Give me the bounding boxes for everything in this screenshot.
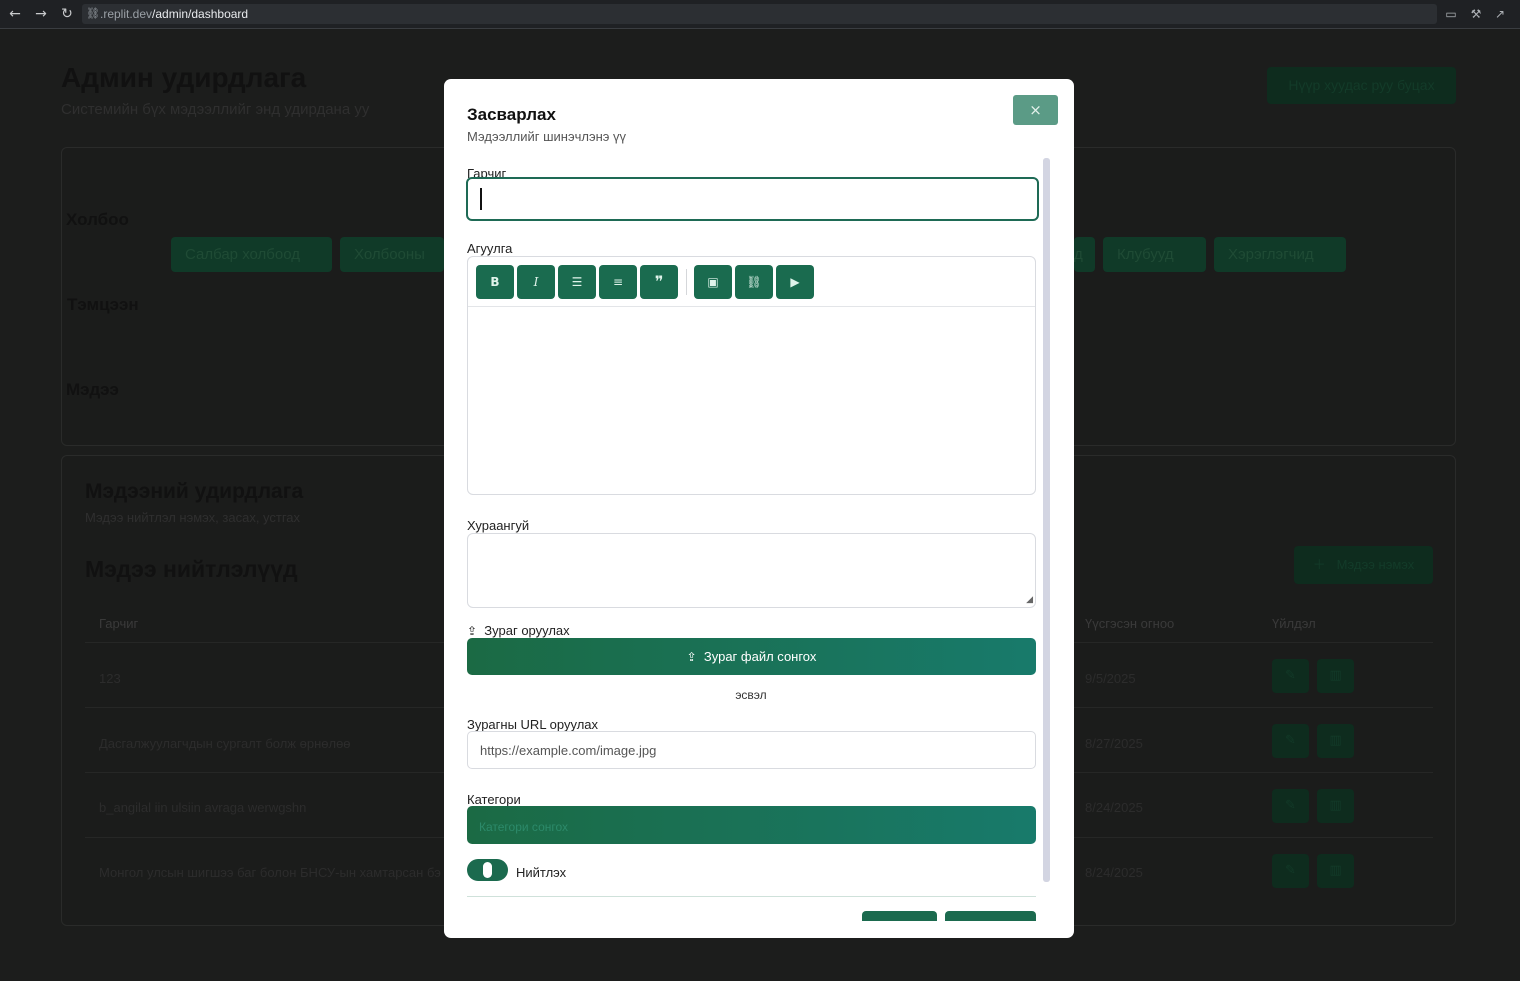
section-holboo: Холбоо (66, 210, 129, 229)
link-icon: ⛓ (86, 7, 100, 20)
news-mgmt-title: Мэдээний удирдлага (85, 480, 304, 503)
image-icon[interactable]: ▣ (694, 265, 732, 299)
section-medee: Мэдээ (66, 380, 119, 399)
save-button[interactable] (945, 911, 1036, 921)
row-title: 123 (99, 671, 121, 686)
content-label: Агуулга (467, 241, 513, 256)
summary-textarea[interactable]: ◢ (467, 533, 1036, 608)
text-caret (480, 188, 482, 210)
open-external-icon[interactable]: ↗ (1491, 5, 1509, 23)
section-temtseen: Тэмцээн (67, 295, 139, 314)
trash-icon[interactable]: ▥ (1317, 659, 1354, 693)
page-title: Админ удирдлага (61, 62, 307, 93)
image-upload-label: ⇪ Зураг оруулах (467, 623, 570, 638)
trash-icon[interactable]: ▥ (1317, 789, 1354, 823)
video-icon[interactable]: ▶ (776, 265, 814, 299)
numbered-list-icon[interactable]: ≡ (599, 265, 637, 299)
edit-icon[interactable]: ✎ (1272, 854, 1309, 888)
row-title: Монгол улсын шигшээ баг болон БНСУ-ын ха… (99, 865, 441, 880)
news-list-title: Мэдээ нийтлэлүүд (85, 556, 298, 582)
nav-klubuud[interactable]: Клубууд (1103, 237, 1206, 272)
edit-icon[interactable]: ✎ (1272, 659, 1309, 693)
toolbar-separator (686, 269, 687, 295)
modal-subtitle: Мэдээллийг шинэчлэнэ үү (467, 129, 627, 144)
category-label: Категори (467, 792, 521, 807)
upload-icon: ⇪ (686, 650, 697, 664)
trash-icon[interactable]: ▥ (1317, 854, 1354, 888)
italic-icon[interactable]: I (517, 265, 555, 299)
publish-toggle[interactable] (467, 859, 508, 881)
column-title: Гарчиг (99, 616, 139, 631)
reload-icon[interactable]: ↻ (57, 4, 77, 24)
category-select[interactable]: Категори сонгох (467, 806, 1036, 844)
row-title: Дасгалжуулагчдын сургалт болж өрнөлөө (99, 736, 351, 751)
browser-toolbar: ← → ↻ ⛓ .replit.dev/admin/dashboard ▭ ⚒ … (0, 0, 1520, 29)
or-separator-text: эсвэл (735, 688, 767, 702)
edit-icon[interactable]: ✎ (1272, 724, 1309, 758)
content-editor[interactable]: B I ☰ ≡ ❞ ▣ ⛓ ▶ (467, 256, 1036, 495)
upload-icon: ⇪ (467, 624, 478, 638)
modal-title: Засварлах (467, 105, 556, 124)
trash-icon[interactable]: ▥ (1317, 724, 1354, 758)
publish-label: Нийтлэх (516, 865, 567, 880)
summary-label: Хураангуй (467, 518, 530, 533)
nav-partial[interactable]: д (1074, 237, 1095, 272)
edit-modal: Засварлах Мэдээллийг шинэчлэнэ үү × Гарч… (444, 79, 1074, 938)
add-news-button[interactable]: ＋ Мэдээ нэмэх (1294, 546, 1433, 584)
footer-divider (467, 896, 1036, 897)
address-bar[interactable]: ⛓ .replit.dev/admin/dashboard (82, 4, 1437, 24)
nav-salbar-holbood[interactable]: Салбар холбоод (171, 237, 332, 272)
cancel-button[interactable] (862, 911, 937, 921)
link-icon[interactable]: ⛓ (735, 265, 773, 299)
nav-hereglegchid[interactable]: Хэрэглэгчид (1214, 237, 1346, 272)
address-text: .replit.dev/admin/dashboard (100, 7, 249, 21)
bullet-list-icon[interactable]: ☰ (558, 265, 596, 299)
nav-holboony[interactable]: Холбооны (340, 237, 444, 272)
quote-icon[interactable]: ❞ (640, 265, 678, 299)
row-date: 8/24/2025 (1085, 800, 1143, 815)
wrench-icon[interactable]: ⚒ (1467, 5, 1485, 23)
resize-handle-icon[interactable]: ◢ (1026, 595, 1033, 605)
image-url-label: Зурагны URL оруулах (467, 717, 599, 732)
forward-arrow-icon[interactable]: → (31, 4, 51, 24)
row-date: 8/24/2025 (1085, 865, 1143, 880)
page-subtitle: Системийн бүх мэдээллийг энд удирдана уу (61, 101, 370, 118)
column-actions: Үйлдэл (1272, 616, 1316, 631)
row-date: 8/27/2025 (1085, 736, 1143, 751)
scroll-thumb[interactable] (1043, 158, 1050, 882)
back-home-button[interactable]: Нүүр хуудас руу буцах (1267, 67, 1456, 104)
row-title: b_angilal iin ulsiin avraga werwgshn (99, 800, 307, 815)
bold-icon[interactable]: B (476, 265, 514, 299)
image-url-input[interactable]: https://example.com/image.jpg (467, 731, 1036, 769)
title-input[interactable] (466, 177, 1039, 221)
edit-icon[interactable]: ✎ (1272, 789, 1309, 823)
back-arrow-icon[interactable]: ← (5, 4, 25, 24)
modal-scrollbar[interactable] (1043, 158, 1050, 882)
news-mgmt-subtitle: Мэдээ нийтлэл нэмэх, засах, устгах (85, 510, 301, 525)
devices-icon[interactable]: ▭ (1442, 5, 1460, 23)
choose-image-file-button[interactable]: ⇪ Зураг файл сонгох (467, 638, 1036, 675)
toggle-knob (483, 862, 492, 878)
editor-toolbar: B I ☰ ≡ ❞ ▣ ⛓ ▶ (468, 257, 1035, 307)
close-icon[interactable]: × (1013, 95, 1058, 125)
row-date: 9/5/2025 (1085, 671, 1136, 686)
column-created: Үүсгэсэн огноо (1085, 616, 1175, 631)
